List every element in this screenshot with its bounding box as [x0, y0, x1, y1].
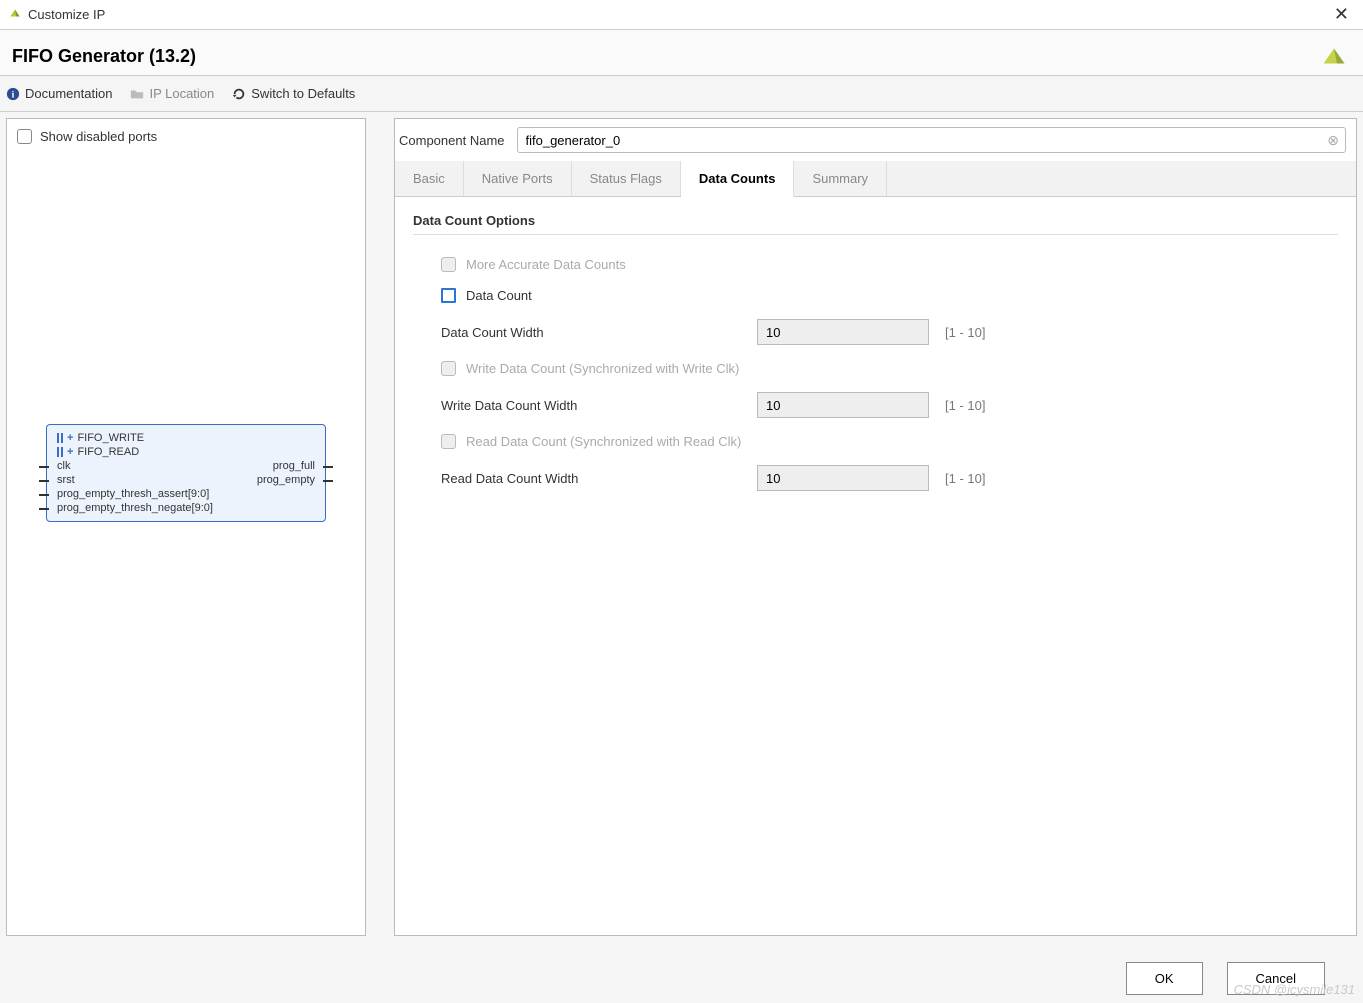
port-srst: srst: [57, 474, 75, 486]
ip-location-link[interactable]: IP Location: [130, 86, 214, 101]
tab-summary[interactable]: Summary: [794, 161, 887, 196]
switch-defaults-label: Switch to Defaults: [251, 86, 355, 101]
clear-icon[interactable]: ⊗: [1327, 132, 1339, 149]
port-thresh-assert: prog_empty_thresh_assert[9:0]: [57, 488, 209, 500]
header: FIFO Generator (13.2): [0, 30, 1363, 76]
write-dc-label: Write Data Count (Synchronized with Writ…: [466, 361, 739, 376]
show-disabled-ports-checkbox[interactable]: [17, 129, 32, 144]
vivado-logo-small-icon: [8, 6, 22, 23]
footer: OK Cancel: [0, 942, 1363, 995]
ip-block: +FIFO_WRITE +FIFO_READ clk prog_full srst…: [46, 424, 326, 522]
data-count-width-label: Data Count Width: [441, 325, 741, 340]
right-panel: Component Name ⊗ Basic Native Ports Stat…: [394, 118, 1357, 936]
write-dc-row: Write Data Count (Synchronized with Writ…: [413, 353, 1338, 384]
section-divider: [413, 234, 1338, 235]
more-accurate-row: More Accurate Data Counts: [413, 249, 1338, 280]
write-dc-width-label: Write Data Count Width: [441, 398, 741, 413]
ip-location-label: IP Location: [149, 86, 214, 101]
folder-icon: [130, 87, 144, 101]
read-dc-width-input[interactable]: [757, 465, 929, 491]
close-icon[interactable]: ✕: [1328, 4, 1355, 25]
read-dc-width-label: Read Data Count Width: [441, 471, 741, 486]
vivado-logo-icon: [1319, 44, 1349, 71]
write-dc-checkbox: [441, 361, 456, 376]
port-prog-empty: prog_empty: [257, 474, 315, 486]
read-dc-width-row: Read Data Count Width [1 - 10]: [413, 457, 1338, 499]
show-disabled-ports-row[interactable]: Show disabled ports: [17, 129, 355, 144]
info-icon: i: [6, 87, 20, 101]
tab-content: Data Count Options More Accurate Data Co…: [395, 197, 1356, 935]
read-dc-width-range: [1 - 10]: [945, 471, 985, 486]
port-prog-full: prog_full: [273, 460, 315, 472]
ok-button[interactable]: OK: [1126, 962, 1203, 995]
data-count-width-range: [1 - 10]: [945, 325, 985, 340]
component-name-input-wrap: ⊗: [517, 127, 1347, 153]
read-dc-label: Read Data Count (Synchronized with Read …: [466, 434, 741, 449]
tab-basic[interactable]: Basic: [395, 161, 464, 196]
more-accurate-checkbox: [441, 257, 456, 272]
port-thresh-negate: prog_empty_thresh_negate[9:0]: [57, 502, 213, 514]
watermark: CSDN @icysmile131: [1233, 982, 1355, 997]
write-dc-width-range: [1 - 10]: [945, 398, 985, 413]
title-bar: Customize IP ✕: [0, 0, 1363, 30]
write-dc-width-input[interactable]: [757, 392, 929, 418]
bus-fifo-write: +FIFO_WRITE: [57, 431, 315, 445]
documentation-label: Documentation: [25, 86, 112, 101]
main-area: Show disabled ports +FIFO_WRITE +FIFO_RE…: [0, 112, 1363, 942]
component-name-label: Component Name: [399, 133, 505, 148]
show-disabled-ports-label: Show disabled ports: [40, 129, 157, 144]
refresh-icon: [232, 87, 246, 101]
toolbar: i Documentation IP Location Switch to De…: [0, 76, 1363, 112]
write-dc-width-row: Write Data Count Width [1 - 10]: [413, 384, 1338, 426]
bus-fifo-read: +FIFO_READ: [57, 445, 315, 459]
tab-native-ports[interactable]: Native Ports: [464, 161, 572, 196]
tab-data-counts[interactable]: Data Counts: [681, 161, 795, 197]
left-panel: Show disabled ports +FIFO_WRITE +FIFO_RE…: [6, 118, 366, 936]
component-name-input[interactable]: [526, 128, 1320, 152]
tab-bar: Basic Native Ports Status Flags Data Cou…: [395, 161, 1356, 197]
data-count-row[interactable]: Data Count: [413, 280, 1338, 311]
read-dc-checkbox: [441, 434, 456, 449]
read-dc-row: Read Data Count (Synchronized with Read …: [413, 426, 1338, 457]
switch-defaults-link[interactable]: Switch to Defaults: [232, 86, 355, 101]
more-accurate-label: More Accurate Data Counts: [466, 257, 626, 272]
svg-text:i: i: [12, 89, 15, 100]
data-count-width-row: Data Count Width [1 - 10]: [413, 311, 1338, 353]
window-title: Customize IP: [28, 7, 105, 22]
tab-status-flags[interactable]: Status Flags: [572, 161, 681, 196]
documentation-link[interactable]: i Documentation: [6, 86, 112, 101]
ip-title: FIFO Generator (13.2): [12, 46, 1351, 67]
port-clk: clk: [57, 460, 70, 472]
component-name-row: Component Name ⊗: [395, 119, 1356, 161]
data-count-checkbox[interactable]: [441, 288, 456, 303]
data-count-width-input[interactable]: [757, 319, 929, 345]
data-count-label: Data Count: [466, 288, 532, 303]
section-title: Data Count Options: [413, 213, 1338, 228]
block-diagram: +FIFO_WRITE +FIFO_READ clk prog_full srst…: [46, 424, 326, 522]
